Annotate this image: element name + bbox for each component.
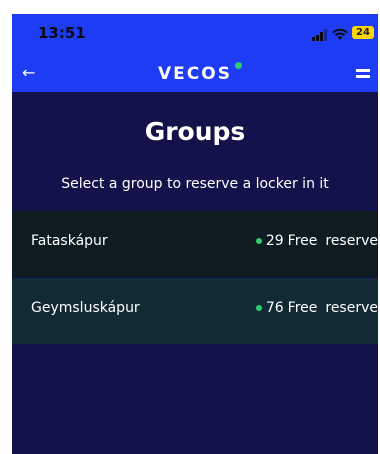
group-availability: 76 Free reserve <box>255 300 378 316</box>
brand-logo: VECOS <box>158 64 232 84</box>
reserve-button[interactable]: reserve <box>325 233 378 249</box>
free-count: 76 <box>265 300 284 316</box>
group-name: Geymsluskápur <box>31 300 140 316</box>
reserve-button[interactable]: reserve <box>325 300 378 316</box>
nav-bar: ← VECOS <box>12 56 378 92</box>
group-availability: 29 Free reserve <box>255 233 378 249</box>
free-count: 29 <box>265 233 284 249</box>
free-dot-icon <box>255 305 262 311</box>
group-row[interactable]: Fataskápur 29 Free reserve <box>12 211 378 278</box>
wifi-icon <box>332 26 348 40</box>
battery-icon: 24 <box>352 25 374 39</box>
brand-dot-icon <box>235 62 242 69</box>
battery-level: 24 <box>356 26 370 38</box>
group-row[interactable]: Geymsluskápur 76 Free reserve <box>12 278 378 345</box>
page-title: Groups <box>144 117 246 146</box>
group-name: Fataskápur <box>31 233 108 249</box>
group-list: Fataskápur 29 Free reserve Geymsluskápur… <box>12 211 378 345</box>
menu-icon[interactable] <box>356 69 370 79</box>
page-subtitle: Select a group to reserve a locker in it <box>61 176 329 192</box>
app-screen: 13:51 24 ← VECOS Groups Select a group t… <box>12 14 378 454</box>
free-label: Free <box>287 300 318 316</box>
signal-icon <box>312 26 328 41</box>
status-bar: 13:51 24 <box>12 14 378 56</box>
free-dot-icon <box>255 238 262 244</box>
status-time: 13:51 <box>38 24 86 42</box>
status-icons: 24 <box>312 24 374 41</box>
free-label: Free <box>287 233 318 249</box>
